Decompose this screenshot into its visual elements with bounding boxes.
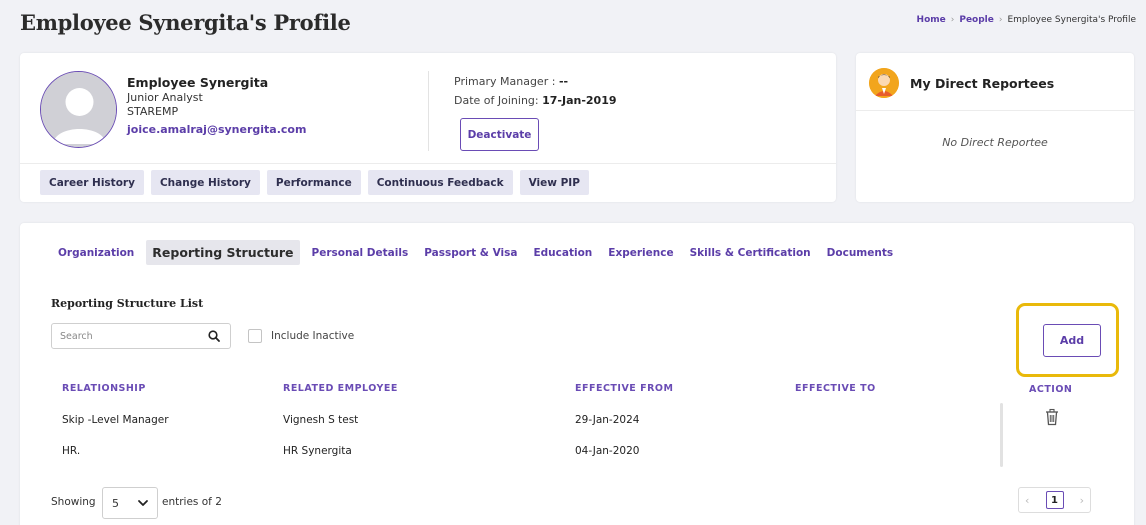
primary-manager-value: -- [558, 75, 569, 88]
employee-email[interactable]: joice.amalraj@synergita.com [127, 123, 306, 136]
add-button[interactable]: Add [1043, 324, 1101, 357]
career-history-button[interactable]: Career History [40, 170, 144, 195]
tab-reporting-structure[interactable]: Reporting Structure [146, 240, 300, 265]
breadcrumb-current: Employee Synergita's Profile [1007, 15, 1136, 25]
cell-effective-from: 04-Jan-2020 [575, 445, 640, 457]
direct-reportees-card: My Direct Reportees No Direct Reportee [856, 53, 1134, 202]
next-page-button[interactable]: › [1080, 494, 1084, 507]
chevron-down-icon [137, 497, 149, 512]
reportee-icon [869, 68, 899, 98]
reporting-structure-card: Organization Reporting Structure Persona… [20, 223, 1134, 525]
doj-value: 17-Jan-2019 [542, 94, 617, 107]
performance-button[interactable]: Performance [266, 170, 361, 195]
tab-organization[interactable]: Organization [50, 241, 142, 265]
page-size-select[interactable]: 5 [102, 487, 158, 519]
table-scrollbar[interactable] [1000, 403, 1003, 467]
tab-skills-certification[interactable]: Skills & Certification [682, 241, 819, 265]
employee-role: Junior Analyst [127, 91, 203, 104]
include-inactive-label: Include Inactive [271, 330, 355, 342]
change-history-button[interactable]: Change History [150, 170, 260, 195]
column-header-action: ACTION [1029, 384, 1073, 395]
include-inactive-checkbox[interactable] [248, 329, 262, 343]
breadcrumb-people[interactable]: People [959, 15, 994, 25]
breadcrumb-separator: › [950, 15, 955, 25]
continuous-feedback-button[interactable]: Continuous Feedback [367, 170, 513, 195]
list-title: Reporting Structure List [51, 297, 204, 310]
page-number-button[interactable]: 1 [1045, 491, 1064, 509]
reportees-title: My Direct Reportees [910, 76, 1055, 91]
entries-label: entries of 2 [162, 496, 222, 508]
primary-manager-label: Primary Manager : [454, 75, 556, 88]
breadcrumb: Home › People › Employee Synergita's Pro… [917, 15, 1136, 25]
search-icon[interactable] [198, 324, 230, 348]
cell-related-employee: Vignesh S test [283, 414, 359, 426]
doj-label: Date of Joining: [454, 94, 539, 107]
pagination: ‹ 1 › [1018, 487, 1091, 513]
tab-education[interactable]: Education [525, 241, 600, 265]
search-input[interactable] [52, 324, 202, 348]
view-pip-button[interactable]: View PIP [519, 170, 589, 195]
divider [428, 71, 429, 151]
divider [20, 163, 836, 164]
primary-manager: Primary Manager : -- [454, 75, 568, 88]
employee-name: Employee Synergita [127, 75, 269, 90]
cell-relationship: Skip -Level Manager [62, 414, 169, 426]
column-header-relationship[interactable]: RELATIONSHIP [62, 383, 146, 394]
prev-page-button[interactable]: ‹ [1025, 494, 1029, 507]
cell-relationship: HR. [62, 445, 81, 457]
divider [856, 110, 1134, 111]
breadcrumb-home[interactable]: Home [917, 15, 946, 25]
page-title: Employee Synergita's Profile [20, 10, 351, 35]
cell-related-employee: HR Synergita [283, 445, 352, 457]
tab-personal-details[interactable]: Personal Details [304, 241, 417, 265]
profile-action-tabs: Career History Change History Performanc… [40, 170, 589, 195]
cell-effective-from: 29-Jan-2024 [575, 414, 640, 426]
deactivate-button[interactable]: Deactivate [460, 118, 539, 151]
column-header-effective-to[interactable]: EFFECTIVE TO [795, 383, 876, 394]
tab-experience[interactable]: Experience [600, 241, 681, 265]
column-header-related-employee[interactable]: RELATED EMPLOYEE [283, 383, 398, 394]
tab-documents[interactable]: Documents [819, 241, 901, 265]
section-tabs: Organization Reporting Structure Persona… [50, 240, 901, 265]
search-box [51, 323, 231, 349]
trash-icon[interactable] [1044, 408, 1060, 426]
tab-passport-visa[interactable]: Passport & Visa [416, 241, 525, 265]
date-of-joining: Date of Joining: 17-Jan-2019 [454, 94, 617, 107]
user-avatar-icon [40, 71, 117, 148]
showing-label: Showing [51, 496, 96, 508]
profile-card: Employee Synergita Junior Analyst STAREM… [20, 53, 836, 202]
employee-code: STAREMP [127, 105, 179, 118]
column-header-effective-from[interactable]: EFFECTIVE FROM [575, 383, 673, 394]
no-reportee-text: No Direct Reportee [942, 136, 1048, 149]
breadcrumb-separator: › [998, 15, 1003, 25]
page-size-value: 5 [112, 496, 119, 510]
